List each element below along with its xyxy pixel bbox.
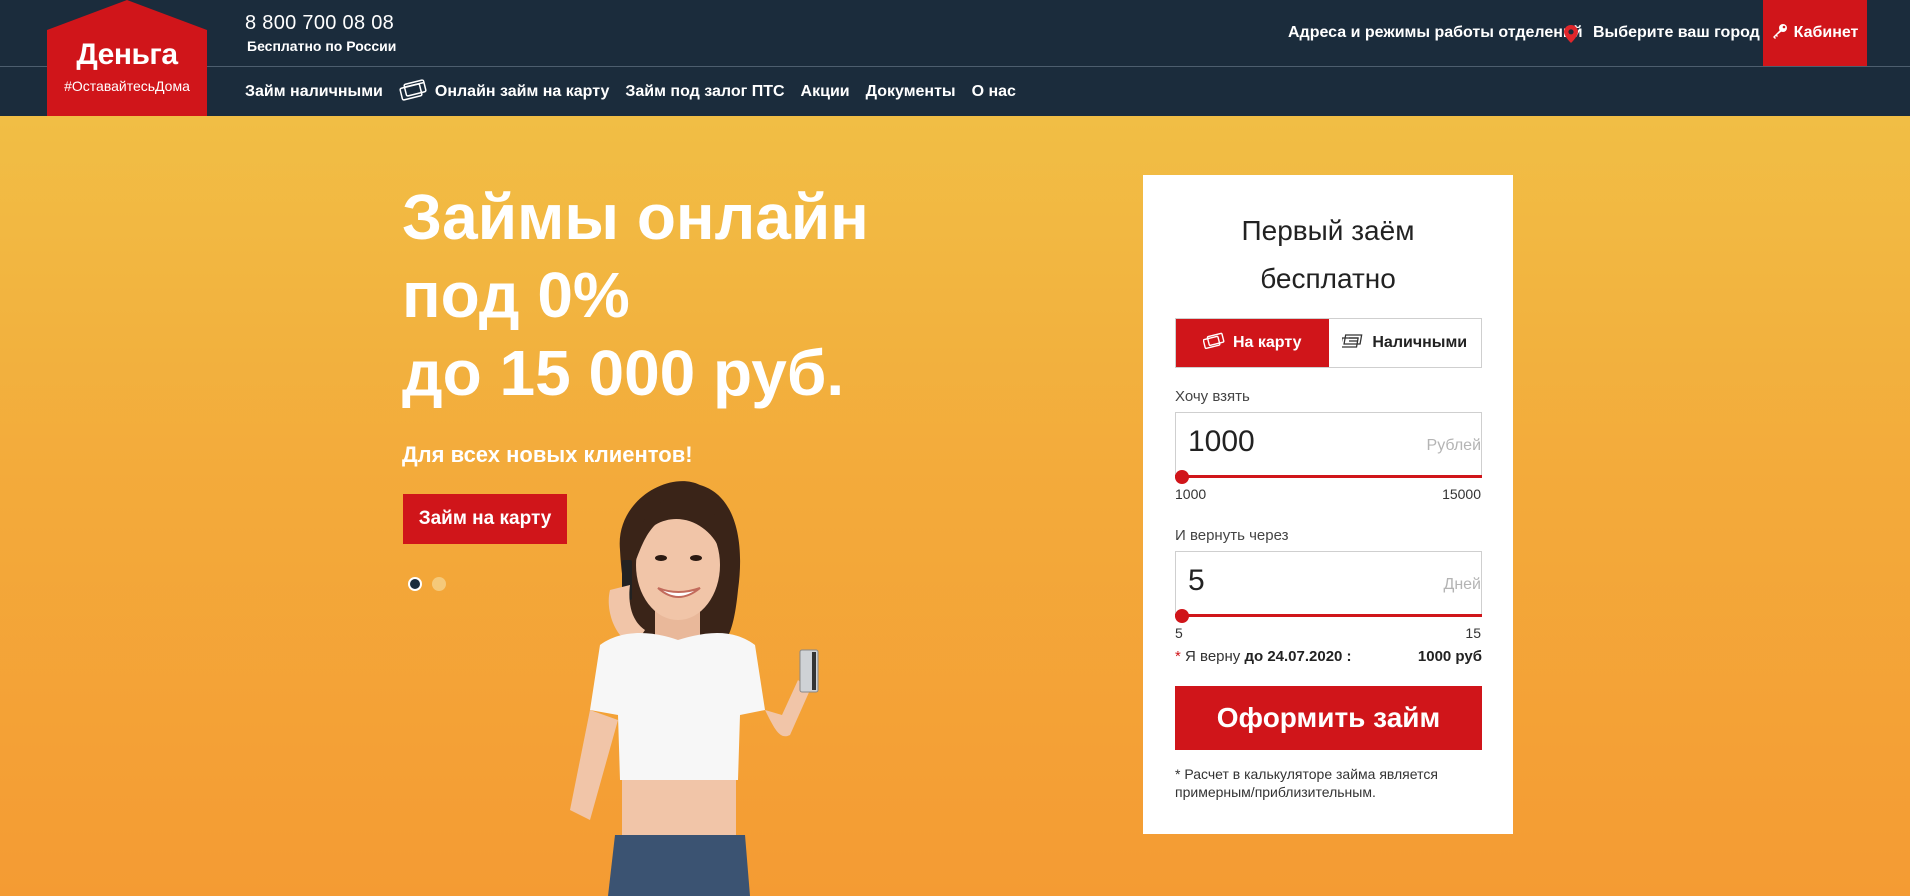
term-unit: Дней [1443, 576, 1481, 593]
amount-slider-track[interactable] [1175, 475, 1482, 478]
key-icon [1772, 23, 1788, 44]
summary-amount: 1000 руб [1417, 648, 1482, 665]
tab-to-card[interactable]: На карту [1176, 319, 1329, 367]
amount-slider-handle[interactable] [1175, 470, 1189, 484]
slider-dot-1[interactable] [408, 577, 422, 591]
nav-item-documents[interactable]: Документы [866, 83, 956, 101]
main-nav: Займ наличными Онлайн займ на карту Займ… [245, 78, 1032, 102]
amount-field[interactable]: 1000 Рублей [1175, 412, 1482, 476]
cash-icon [1340, 333, 1364, 354]
calculator-disclaimer: * Расчет в калькуляторе займа является п… [1175, 766, 1438, 800]
hero-title-line: Займы онлайн [402, 181, 869, 253]
nav-item-label: Займ под залог ПТС [625, 83, 785, 100]
nav-item-pts-loan[interactable]: Займ под залог ПТС [625, 83, 784, 101]
slider-dot-2[interactable] [432, 577, 446, 591]
term-label: И вернуть через [1175, 527, 1289, 544]
phone-number[interactable]: 8 800 700 08 08 [245, 12, 394, 35]
calculator-title-line: Первый заём [1241, 215, 1415, 246]
amount-label: Хочу взять [1175, 388, 1250, 405]
phone-note: Бесплатно по России [247, 38, 397, 54]
card-icon [399, 78, 427, 106]
cabinet-label: Кабинет [1793, 24, 1859, 41]
term-slider-track[interactable] [1175, 614, 1482, 617]
nav-item-card-loan[interactable]: Онлайн займ на карту [399, 78, 610, 106]
hero-title-line: до 15 000 руб. [402, 337, 845, 409]
tab-label: Наличными [1372, 334, 1468, 351]
summary-date: до 24.07.2020 : [1244, 648, 1352, 665]
term-field[interactable]: 5 Дней [1175, 551, 1482, 615]
nav-item-label: Акции [800, 83, 850, 100]
tab-label: На карту [1233, 334, 1302, 351]
cabinet-button[interactable]: Кабинет [1763, 0, 1867, 66]
hero-title: Займы онлайн под 0% до 15 000 руб. [402, 178, 869, 412]
logo[interactable]: Деньга #ОставайтесьДома [47, 0, 207, 116]
branches-link[interactable]: Адреса и режимы работы отделений [1288, 24, 1583, 42]
nav-item-promotions[interactable]: Акции [801, 83, 850, 101]
nav-item-cash-loan[interactable]: Займ наличными [245, 83, 383, 101]
term-slider-handle[interactable] [1175, 609, 1189, 623]
term-max: 15 [1465, 625, 1481, 641]
amount-unit: Рублей [1426, 437, 1481, 454]
nav-item-about[interactable]: О нас [972, 83, 1016, 101]
hero-cta-button[interactable]: Займ на карту [403, 494, 567, 544]
nav-item-label: Документы [865, 83, 956, 100]
apply-loan-button[interactable]: Оформить займ [1175, 686, 1482, 750]
nav-item-label: Займ наличными [245, 83, 383, 100]
hero-woman-image [570, 481, 819, 896]
site-header: Деньга #ОставайтесьДома 8 800 700 08 08 … [0, 0, 1910, 116]
payout-tabs: На карту Наличными [1175, 318, 1482, 368]
term-min: 5 [1175, 625, 1183, 641]
logo-tagline: #ОставайтесьДома [64, 78, 190, 94]
term-value: 5 [1188, 564, 1205, 597]
hero-subtitle: Для всех новых клиентов! [402, 442, 693, 467]
location-pin-icon [1564, 25, 1578, 48]
logo-name: Деньга [76, 38, 178, 71]
header-divider [0, 66, 1910, 67]
tab-cash[interactable]: Наличными [1328, 319, 1481, 367]
amount-min: 1000 [1175, 486, 1207, 502]
card-icon [1202, 332, 1225, 355]
summary-prefix: Я верну [1185, 648, 1241, 665]
calculator-title: Первый заём бесплатно [1143, 207, 1513, 303]
calculator-title-line: бесплатно [1260, 263, 1396, 294]
hero-title-line: под 0% [402, 259, 630, 331]
city-selector[interactable]: Выберите ваш город [1593, 24, 1760, 42]
slider-dots [408, 577, 446, 591]
nav-item-label: Онлайн займ на карту [434, 83, 610, 100]
summary-asterisk: * [1175, 648, 1181, 665]
hero-banner [0, 116, 1910, 896]
repayment-summary: * Я верну до 24.07.2020 : 1000 руб [1175, 648, 1482, 665]
loan-calculator: Первый заём бесплатно На карту Наличными… [1143, 175, 1513, 834]
amount-max: 15000 [1442, 486, 1481, 502]
nav-item-label: О нас [971, 83, 1016, 100]
amount-value: 1000 [1188, 425, 1255, 458]
